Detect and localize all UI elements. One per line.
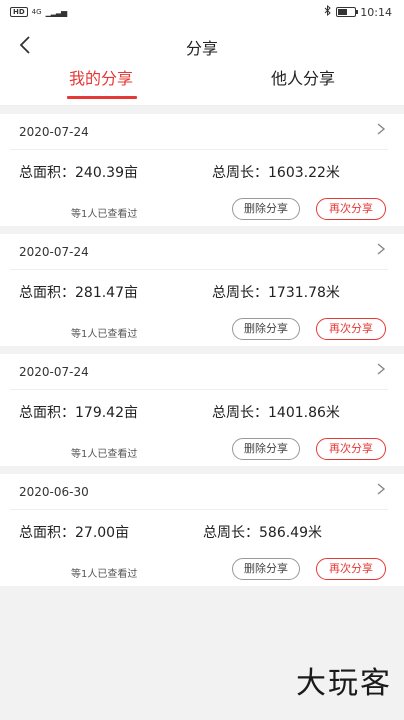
chevron-right-icon[interactable] <box>374 482 388 496</box>
page-title: 分享 <box>185 39 218 58</box>
viewed-count: 等1人已查看过 <box>71 569 138 580</box>
total-perimeter: 总周长：1401.86米 <box>212 405 340 421</box>
signal-icon: ▁▂▃▅ <box>45 7 68 17</box>
total-perimeter: 总周长：1603.22米 <box>212 165 340 181</box>
reshare-button[interactable]: 再次分享 <box>316 198 386 220</box>
share-date: 2020-07-24 <box>19 365 89 379</box>
reshare-button[interactable]: 再次分享 <box>316 318 386 340</box>
tab-bar: 我的分享 他人分享 <box>0 68 404 106</box>
share-date: 2020-06-30 <box>19 485 89 499</box>
divider <box>10 509 388 510</box>
share-list: 2020-07-24 总面积：240.39亩 总周长：1603.22米 等1人已… <box>0 114 404 594</box>
battery-icon <box>336 7 359 17</box>
viewed-count: 等1人已查看过 <box>71 209 138 220</box>
divider <box>10 269 388 270</box>
tab-active-indicator <box>67 96 137 99</box>
network-type: 4G <box>31 8 42 16</box>
total-perimeter: 总周长：1731.78米 <box>212 285 340 301</box>
share-date: 2020-07-24 <box>19 125 89 139</box>
delete-share-button[interactable]: 删除分享 <box>232 198 300 220</box>
status-bar: HD 4G ▁▂▃▅ 10:14 <box>0 0 404 24</box>
divider <box>10 389 388 390</box>
total-area: 总面积：240.39亩 <box>19 165 138 181</box>
status-bar-left: HD 4G ▁▂▃▅ <box>10 7 68 17</box>
reshare-button[interactable]: 再次分享 <box>316 558 386 580</box>
share-card[interactable]: 2020-07-24 总面积：281.47亩 总周长：1731.78米 等1人已… <box>0 234 404 346</box>
share-date: 2020-07-24 <box>19 245 89 259</box>
viewed-count: 等1人已查看过 <box>71 449 138 460</box>
total-area: 总面积：281.47亩 <box>19 285 138 301</box>
total-area: 总面积：179.42亩 <box>19 405 138 421</box>
delete-share-button[interactable]: 删除分享 <box>232 438 300 460</box>
tab-others-shares-label: 他人分享 <box>270 69 335 88</box>
bluetooth-icon <box>324 4 332 19</box>
total-area: 总面积：27.00亩 <box>19 525 130 541</box>
divider <box>10 149 388 150</box>
viewed-count: 等1人已查看过 <box>71 329 138 340</box>
status-bar-right: 10:14 <box>324 4 392 19</box>
watermark: 大玩客 <box>296 666 392 701</box>
share-card[interactable]: 2020-06-30 总面积：27.00亩 总周长：586.49米 等1人已查看… <box>0 474 404 586</box>
share-card[interactable]: 2020-07-24 总面积：179.42亩 总周长：1401.86米 等1人已… <box>0 354 404 466</box>
nav-bar: 分享 <box>0 24 404 68</box>
chevron-right-icon[interactable] <box>374 242 388 256</box>
tab-my-shares[interactable]: 我的分享 <box>0 68 202 106</box>
reshare-button[interactable]: 再次分享 <box>316 438 386 460</box>
chevron-right-icon[interactable] <box>374 122 388 136</box>
chevron-right-icon[interactable] <box>374 362 388 376</box>
clock: 10:14 <box>360 5 392 19</box>
delete-share-button[interactable]: 删除分享 <box>232 558 300 580</box>
share-card[interactable]: 2020-07-24 总面积：240.39亩 总周长：1603.22米 等1人已… <box>0 114 404 226</box>
hd-badge: HD <box>10 7 28 17</box>
delete-share-button[interactable]: 删除分享 <box>232 318 300 340</box>
tab-my-shares-label: 我的分享 <box>68 69 133 88</box>
tab-others-shares[interactable]: 他人分享 <box>202 68 404 106</box>
total-perimeter: 总周长：586.49米 <box>203 525 322 541</box>
